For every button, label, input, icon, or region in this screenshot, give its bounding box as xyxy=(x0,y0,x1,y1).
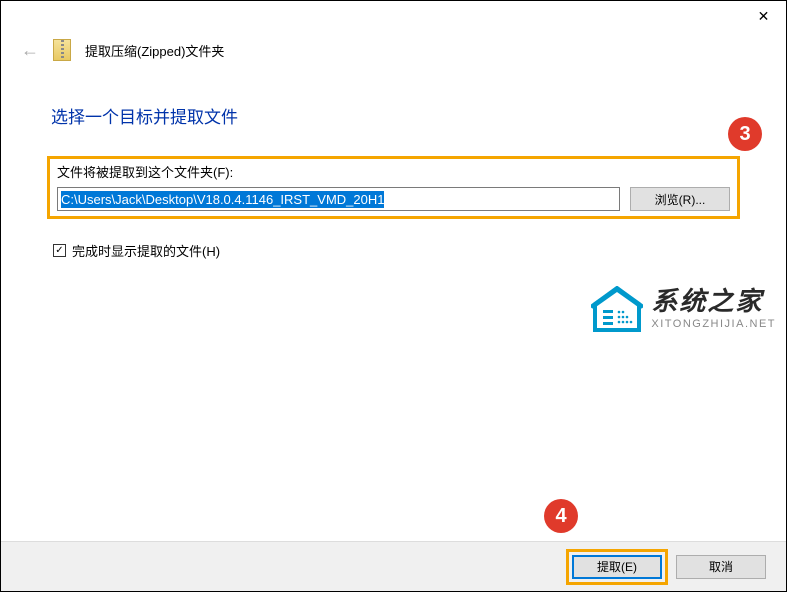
watermark: 系统之家 XITONGZHIJIA.NET xyxy=(591,286,776,332)
show-files-checkbox[interactable]: ✓ xyxy=(53,244,66,257)
zip-folder-icon xyxy=(53,39,71,61)
back-arrow-icon: ← xyxy=(21,40,39,61)
destination-label: 文件将被提取到这个文件夹(F): xyxy=(57,162,730,181)
destination-input-row: C:\Users\Jack\Desktop\V18.0.4.1146_IRST_… xyxy=(57,187,730,211)
page-heading: 选择一个目标并提取文件 xyxy=(51,103,736,128)
browse-button[interactable]: 浏览(R)... xyxy=(630,187,730,211)
extract-button[interactable]: 提取(E) xyxy=(572,555,662,579)
wizard-header: ← 提取压缩(Zipped)文件夹 xyxy=(1,33,786,79)
house-icon xyxy=(591,286,643,332)
cancel-button[interactable]: 取消 xyxy=(676,555,766,579)
callout-badge-4: 4 xyxy=(544,499,578,533)
watermark-brand-cn: 系统之家 xyxy=(651,288,776,314)
header-title: 提取压缩(Zipped)文件夹 xyxy=(85,41,224,60)
watermark-text: 系统之家 XITONGZHIJIA.NET xyxy=(651,288,776,330)
callout-badge-3: 3 xyxy=(728,117,762,151)
content-area: 选择一个目标并提取文件 文件将被提取到这个文件夹(F): C:\Users\Ja… xyxy=(1,79,786,260)
titlebar: ✕ xyxy=(1,1,786,33)
destination-path-input[interactable]: C:\Users\Jack\Desktop\V18.0.4.1146_IRST_… xyxy=(57,187,620,211)
dialog-footer: 提取(E) 取消 xyxy=(1,541,786,591)
destination-field-group: 文件将被提取到这个文件夹(F): C:\Users\Jack\Desktop\V… xyxy=(51,156,736,217)
destination-path-value: C:\Users\Jack\Desktop\V18.0.4.1146_IRST_… xyxy=(61,191,384,208)
show-files-checkbox-row: ✓ 完成时显示提取的文件(H) xyxy=(51,241,736,260)
show-files-checkbox-label: 完成时显示提取的文件(H) xyxy=(72,241,220,260)
extract-button-wrapper: 提取(E) xyxy=(568,551,666,583)
watermark-brand-en: XITONGZHIJIA.NET xyxy=(651,318,776,330)
close-button[interactable]: ✕ xyxy=(741,1,786,31)
